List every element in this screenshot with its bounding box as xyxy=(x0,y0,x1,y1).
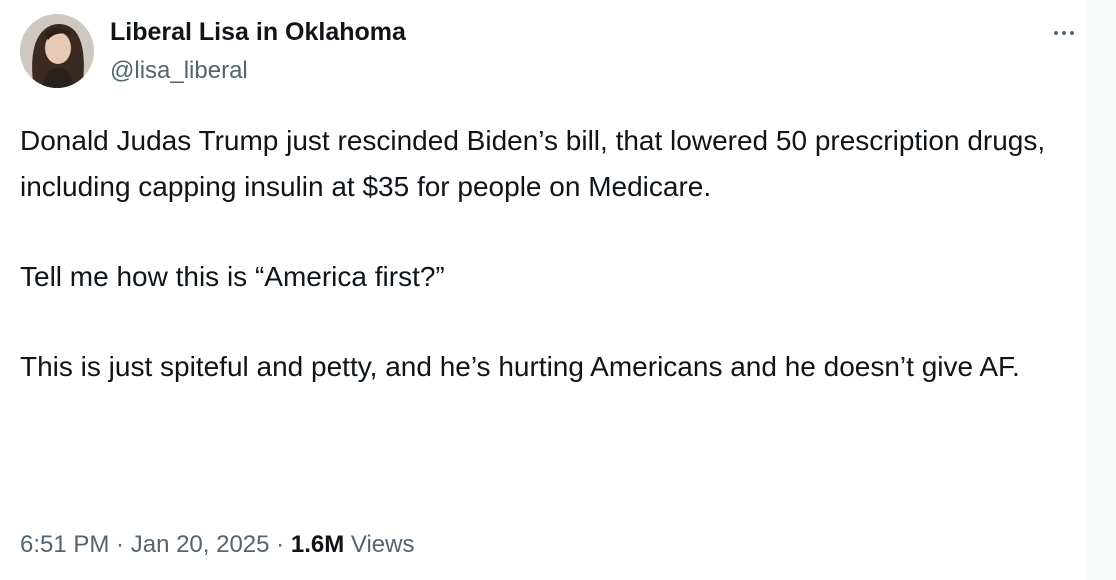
ellipsis-icon xyxy=(1054,31,1058,35)
avatar-image xyxy=(20,14,94,88)
tweet-text: Donald Judas Trump just rescinded Biden’… xyxy=(20,118,1080,390)
meta-separator: · xyxy=(269,531,291,558)
views-count: 1.6M xyxy=(290,531,345,558)
more-options-button[interactable] xyxy=(1044,18,1084,48)
tweet-paragraph: This is just spiteful and petty, and he’… xyxy=(20,351,1020,382)
tweet-paragraph: Donald Judas Trump just rescinded Biden’… xyxy=(20,125,1046,202)
author-handle[interactable]: @lisa_liberal xyxy=(110,57,248,85)
tweet-meta: 6:51 PM · Jan 20, 2025 · 1.6M Views xyxy=(20,531,414,559)
views-label: Views xyxy=(344,531,415,558)
tweet-paragraph: Tell me how this is “America first?” xyxy=(20,261,445,292)
tweet-time[interactable]: 6:51 PM xyxy=(20,531,109,558)
ellipsis-icon xyxy=(1062,31,1066,35)
meta-separator: · xyxy=(109,531,131,558)
tweet-date[interactable]: Jan 20, 2025 xyxy=(131,531,270,558)
scroll-gutter xyxy=(1086,0,1116,580)
tweet-card: Liberal Lisa in Oklahoma @lisa_liberal D… xyxy=(0,0,1116,580)
ellipsis-icon xyxy=(1070,31,1074,35)
avatar[interactable] xyxy=(20,14,94,88)
author-display-name[interactable]: Liberal Lisa in Oklahoma xyxy=(110,18,406,47)
